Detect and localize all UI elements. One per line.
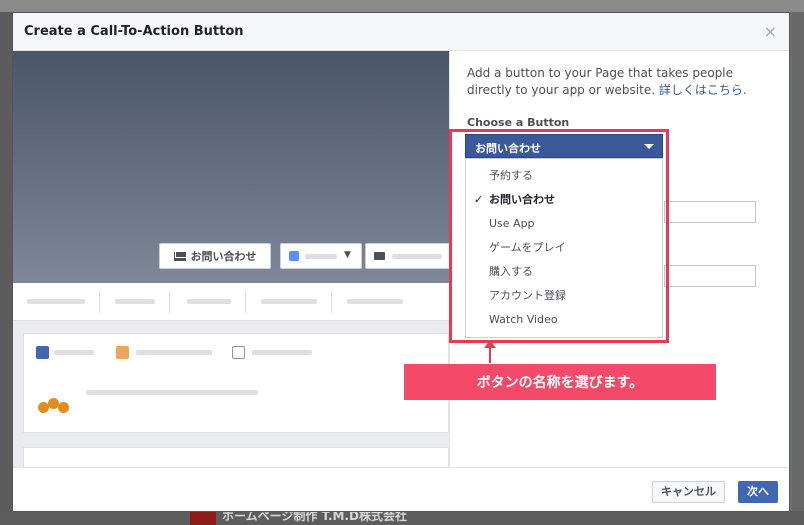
panel-description: Add a button to your Page that takes peo… [467, 66, 747, 97]
preview-composer [23, 333, 449, 433]
pencil-icon [36, 346, 49, 359]
menu-item[interactable]: 予約する [466, 164, 662, 188]
preview-like-button: ▼ [280, 243, 362, 269]
preview-post-card [23, 447, 449, 467]
menu-item[interactable]: Watch Video [466, 308, 662, 332]
choose-button-label: Choose a Button [467, 116, 570, 129]
menu-item-label: アカウント登録 [489, 289, 566, 302]
checkmark-icon: ✓ [474, 193, 484, 206]
preview-message-button [365, 243, 449, 269]
menu-item[interactable]: ✓ お問い合わせ [466, 188, 662, 212]
learn-more-link[interactable]: 詳しくはこちら. [659, 83, 747, 97]
menu-item[interactable]: 購入する [466, 260, 662, 284]
preview-tab-bar [13, 283, 449, 321]
chevron-down-icon: ▼ [344, 250, 351, 260]
dialog-footer: キャンセル 次へ [13, 467, 789, 511]
dialog-title: Create a Call-To-Action Button [24, 24, 244, 39]
annotation-callout: ボタンの名称を選びます。 [404, 364, 716, 400]
next-button[interactable]: 次へ [738, 481, 778, 503]
menu-item-label: ゲームをプレイ [489, 241, 566, 254]
preview-cta-button: お問い合わせ [159, 243, 271, 269]
annotation-arrow-icon [484, 340, 496, 348]
menu-item-label: 予約する [489, 169, 533, 182]
preview-cta-label: お問い合わせ [190, 250, 257, 263]
calendar-icon [232, 346, 245, 359]
dialog-header: Create a Call-To-Action Button × [13, 13, 789, 51]
menu-item-label: お問い合わせ [489, 193, 555, 206]
menu-item[interactable]: ゲームをプレイ [466, 236, 662, 260]
close-icon[interactable]: × [764, 22, 777, 41]
menu-item-label: 購入する [489, 265, 533, 278]
speech-bubble-icon [374, 252, 385, 260]
oranges-thumbnail [36, 392, 74, 418]
second-field[interactable] [664, 265, 756, 287]
backdrop-bottom-bar: ホームページ制作 T.M.D株式会社 [0, 509, 804, 525]
caret-down-icon [644, 144, 654, 149]
menu-item[interactable]: アカウント登録 [466, 284, 662, 308]
cancel-button[interactable]: キャンセル [652, 481, 725, 503]
button-type-select[interactable]: お問い合わせ [465, 134, 663, 158]
button-type-menu: 予約する ✓ お問い合わせ Use App ゲームをプレイ 購入するアカウント登録 Watc… [465, 158, 663, 338]
select-value: お問い合わせ [475, 142, 541, 155]
url-field[interactable] [664, 201, 756, 223]
cta-dialog: Create a Call-To-Action Button × お問い合わせ … [12, 12, 790, 512]
page-preview: お問い合わせ ▼ [13, 51, 449, 467]
menu-item-label: Use App [489, 217, 535, 230]
photo-icon [116, 346, 129, 359]
menu-item[interactable]: Use App [466, 212, 662, 236]
envelope-icon [173, 251, 186, 261]
thumbs-up-icon [289, 251, 299, 261]
menu-item-label: Watch Video [489, 313, 558, 326]
